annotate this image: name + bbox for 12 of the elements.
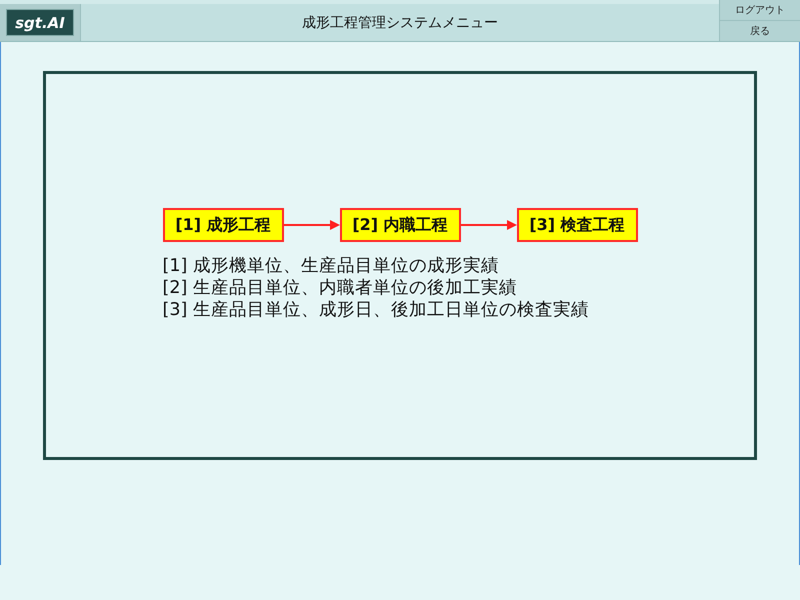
header-button[interactable]: ログアウト [720,0,800,21]
description-line: [3] 生産品目単位、成形日、後加工日単位の検査実績 [162,299,589,321]
description-line: [1] 成形機単位、生産品目単位の成形実績 [162,255,500,277]
description-line: [2] 生産品目単位、内職者単位の後加工実績 [162,277,518,299]
app-logo: sgt.AI [6,9,74,36]
process-step[interactable]: [1] 成形工程 [162,208,284,242]
process-step[interactable]: [3] 検査工程 [516,208,638,242]
process-step[interactable]: [2] 内職工程 [340,208,460,242]
flow-arrow [284,220,340,230]
header-button[interactable]: 戻る [720,21,800,41]
page-title: 成形工程管理システムメニュー [302,14,498,32]
flow-arrow [460,220,516,230]
